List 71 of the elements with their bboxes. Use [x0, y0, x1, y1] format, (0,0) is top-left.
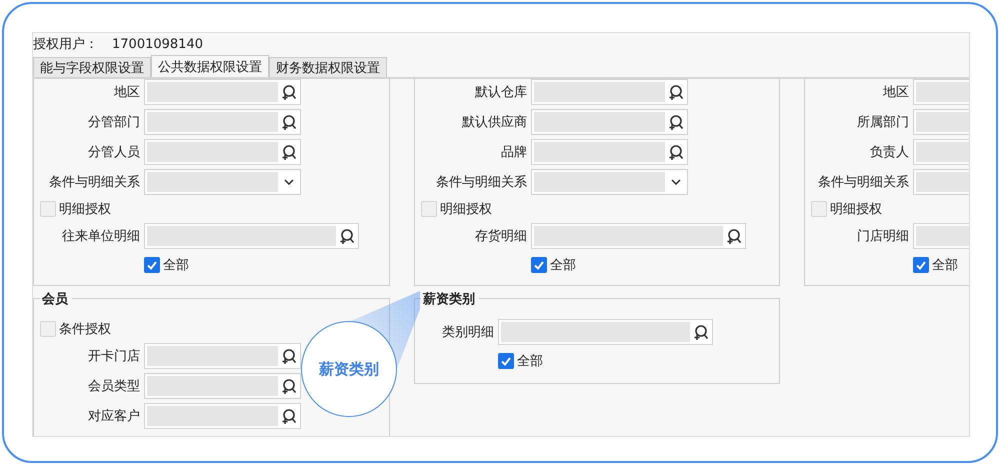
checkbox[interactable] — [498, 353, 514, 369]
group-title: 薪资类别 — [421, 290, 479, 308]
lookup-field[interactable] — [531, 79, 688, 105]
user-value: 17001098140 — [112, 36, 203, 52]
tick-icon — [501, 356, 511, 366]
group-title: 会员 — [40, 290, 72, 308]
field-label: 分管人员 — [87, 144, 140, 161]
field-label: 对应客户 — [87, 408, 140, 425]
caret-icon — [284, 179, 294, 185]
tick-icon — [916, 260, 926, 270]
field-label: 类别明细 — [441, 324, 494, 341]
lookup-field[interactable] — [531, 139, 688, 165]
tick-icon — [147, 260, 157, 270]
lookup-field[interactable] — [144, 403, 301, 429]
checkbox-label: 明细授权 — [440, 201, 492, 218]
magnifier-icon — [726, 228, 742, 244]
field-label: 分管部门 — [87, 114, 140, 131]
callout-text: 薪资类别 — [319, 360, 379, 378]
lookup-field[interactable] — [144, 343, 301, 369]
caret-icon — [671, 179, 681, 185]
checkbox[interactable] — [913, 257, 929, 273]
field-label: 地区 — [113, 84, 140, 101]
checkbox-label: 全部 — [550, 257, 576, 274]
checkbox-label: 全部 — [517, 353, 543, 370]
field-label: 往来单位明细 — [61, 228, 140, 245]
magnifier-icon — [281, 408, 297, 424]
checkbox-label: 明细授权 — [59, 201, 111, 218]
magnifier-icon — [693, 324, 709, 340]
magnifier-icon — [339, 228, 355, 244]
lookup-field[interactable] — [498, 319, 713, 345]
tab[interactable]: 财务数据权限设置 — [269, 57, 387, 77]
field-label: 条件与明细关系 — [435, 174, 527, 191]
lookup-field[interactable] — [531, 223, 746, 249]
field-label: 存货明细 — [474, 228, 527, 245]
field-label: 条件与明细关系 — [817, 174, 909, 191]
magnifier-icon — [281, 144, 297, 160]
magnifier-icon — [281, 348, 297, 364]
lookup-field[interactable] — [144, 139, 301, 165]
field-label: 条件与明细关系 — [48, 174, 140, 191]
field-label: 所属部门 — [856, 114, 909, 131]
tab[interactable]: 能与字段权限设置 — [33, 57, 151, 77]
field-label: 默认供应商 — [461, 114, 527, 131]
lookup-field[interactable] — [144, 79, 301, 105]
checkbox-label: 条件授权 — [59, 321, 111, 338]
dropdown-field[interactable] — [531, 169, 688, 195]
field-label: 地区 — [882, 84, 909, 101]
magnifier-icon — [281, 114, 297, 130]
checkbox-label: 全部 — [163, 257, 189, 274]
field-label: 品牌 — [500, 144, 527, 161]
checkbox[interactable] — [144, 257, 160, 273]
lookup-field[interactable] — [144, 373, 301, 399]
field-label: 会员类型 — [87, 378, 140, 395]
magnifier-icon — [281, 84, 297, 100]
user-label: 授权用户： — [33, 36, 98, 53]
magnifier-icon — [668, 144, 684, 160]
lookup-field[interactable] — [144, 223, 359, 249]
dropdown-field[interactable] — [144, 169, 301, 195]
lookup-field[interactable] — [144, 109, 301, 135]
tick-icon — [534, 260, 544, 270]
magnifier-icon — [668, 84, 684, 100]
field-label: 默认仓库 — [474, 84, 527, 101]
magnifier-icon — [281, 378, 297, 394]
field-label: 开卡门店 — [87, 348, 140, 365]
field-label: 门店明细 — [856, 228, 909, 245]
checkbox-label: 全部 — [932, 257, 958, 274]
field-label: 负责人 — [869, 144, 909, 161]
checkbox-label: 明细授权 — [830, 201, 882, 218]
tab[interactable]: 公共数据权限设置 — [151, 55, 269, 77]
checkbox[interactable] — [531, 257, 547, 273]
magnifier-icon — [668, 114, 684, 130]
lookup-field[interactable] — [531, 109, 688, 135]
